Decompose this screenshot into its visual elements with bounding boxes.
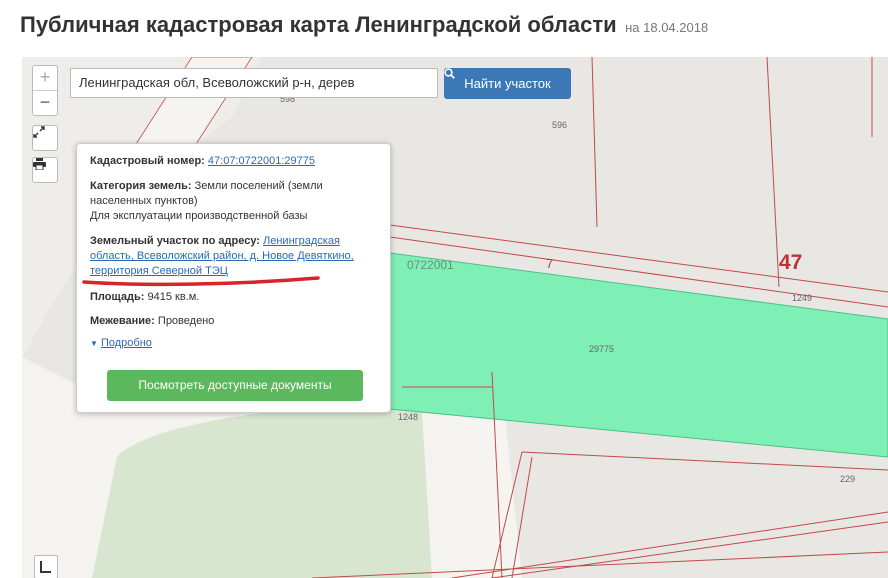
- red-underline-annotation: [82, 276, 320, 287]
- cadastral-number-link[interactable]: 47:07:0722001:29775: [208, 155, 315, 167]
- find-parcel-label: Найти участок: [464, 76, 551, 91]
- land-category-label: Категория земель:: [90, 180, 192, 192]
- area-value: 9415 кв.м.: [147, 291, 200, 303]
- map-label-1249: 1249: [792, 293, 813, 303]
- survey-label: Межевание:: [90, 315, 155, 327]
- cadastral-number-label: Кадастровый номер:: [90, 155, 205, 167]
- cadastral-number-row: Кадастровый номер: 47:07:0722001:29775: [90, 154, 378, 169]
- page-title: Публичная кадастровая карта Ленинградско…: [20, 12, 617, 37]
- area-label: Площадь:: [90, 291, 145, 303]
- find-parcel-button[interactable]: Найти участок: [444, 68, 571, 99]
- cadastral-map[interactable]: 598 596 0722001 7 47 1249 29775 1248 229…: [22, 57, 888, 578]
- search-icon: [444, 68, 455, 79]
- land-usage: Для эксплуатации производственной базы: [90, 210, 308, 222]
- date-label: на 18.04.2018: [625, 20, 709, 35]
- printer-icon: [33, 158, 46, 170]
- caret-down-icon: ▼: [90, 339, 98, 348]
- map-label-quarter: 0722001: [407, 258, 454, 272]
- map-label-district: 7: [546, 256, 554, 271]
- zoom-out-button[interactable]: −: [33, 91, 57, 115]
- map-label-region: 47: [779, 251, 803, 274]
- map-label-29775: 29775: [589, 344, 615, 354]
- details-link[interactable]: Подробно: [101, 337, 152, 349]
- view-documents-button[interactable]: Посмотреть доступные документы: [107, 370, 363, 401]
- area-row: Площадь: 9415 кв.м.: [90, 290, 378, 305]
- address-label: Земельный участок по адресу:: [90, 235, 260, 247]
- layers-icon: [40, 561, 51, 573]
- land-category-row: Категория земель: Земли поселений (земли…: [90, 179, 378, 209]
- print-button[interactable]: [32, 157, 58, 183]
- zoom-control: + −: [32, 65, 58, 116]
- map-label-1248: 1248: [398, 412, 419, 422]
- map-label-596: 596: [552, 120, 568, 130]
- zoom-in-button[interactable]: +: [33, 66, 57, 91]
- page-header: Публичная кадастровая карта Ленинградско…: [20, 12, 708, 48]
- search-input[interactable]: Ленинградская обл, Всеволожский р-н, дер…: [70, 68, 438, 98]
- survey-row: Межевание: Проведено: [90, 314, 378, 329]
- expand-icon: [33, 126, 45, 138]
- map-label-229: 229: [840, 474, 856, 484]
- details-toggle[interactable]: ▼ Подробно: [90, 336, 378, 351]
- survey-value: Проведено: [157, 315, 215, 327]
- fullscreen-button[interactable]: [32, 125, 58, 151]
- layers-button[interactable]: [34, 555, 58, 578]
